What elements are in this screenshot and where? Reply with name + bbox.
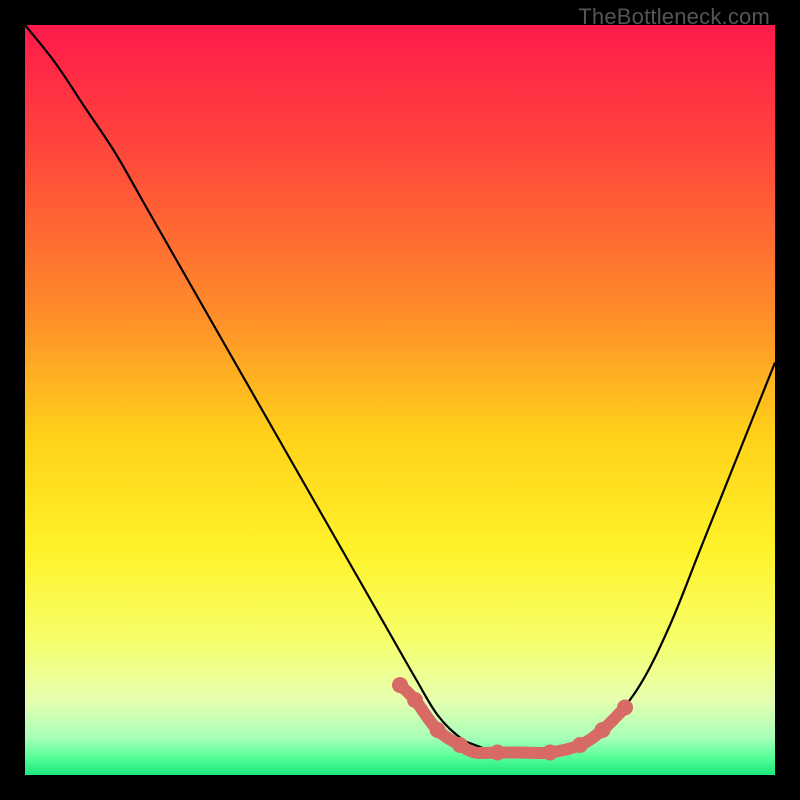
accent-dot xyxy=(430,722,446,738)
accent-dot xyxy=(572,737,588,753)
chart-frame: TheBottleneck.com xyxy=(0,0,800,800)
gradient-background xyxy=(25,25,775,775)
accent-dot xyxy=(407,692,423,708)
accent-dot xyxy=(542,745,558,761)
chart-svg xyxy=(25,25,775,775)
accent-dot xyxy=(392,677,408,693)
accent-dot xyxy=(490,745,506,761)
plot-area xyxy=(25,25,775,775)
accent-dot xyxy=(452,737,468,753)
accent-dot xyxy=(617,700,633,716)
accent-dot xyxy=(595,722,611,738)
